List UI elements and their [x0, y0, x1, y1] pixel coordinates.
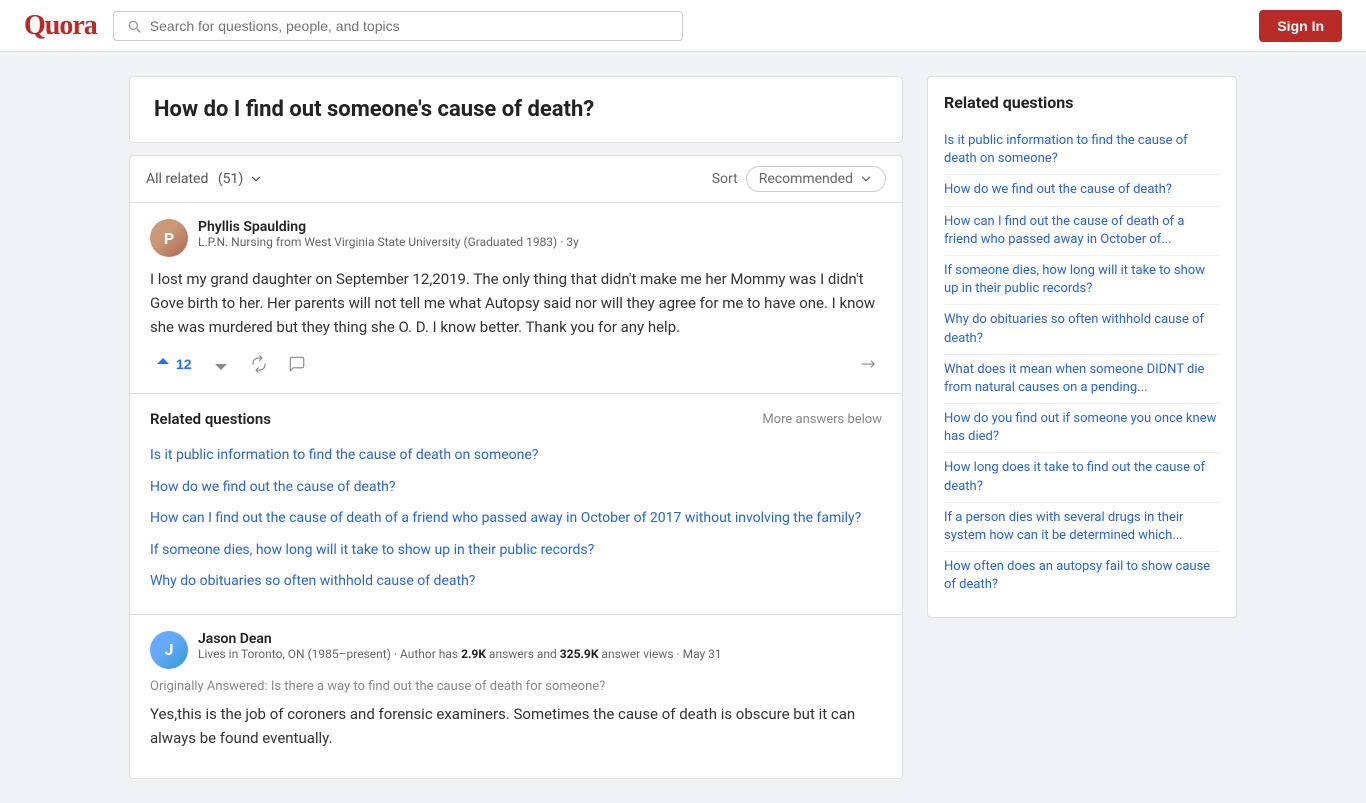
jason-cred-text2: answers and — [486, 647, 560, 661]
avatar-jason: J — [150, 631, 188, 669]
comment-button[interactable] — [284, 351, 310, 377]
jason-cred-text: Lives in Toronto, ON (1985–present) · Au… — [198, 647, 461, 661]
sidebar-title: Related questions — [944, 93, 1220, 112]
related-link-5[interactable]: Why do obituaries so often withhold caus… — [150, 566, 882, 598]
sidebar-link-8[interactable]: How long does it take to find out the ca… — [944, 453, 1220, 502]
answers-toolbar: All related (51) Sort Recommended — [129, 155, 903, 202]
jason-views-count: 325.9K — [560, 647, 599, 661]
header: Quora Sign In — [0, 0, 1366, 52]
related-link-4[interactable]: If someone dies, how long will it take t… — [150, 535, 882, 567]
question-title-card: How do I find out someone's cause of dea… — [129, 76, 903, 143]
jason-author-cred: Lives in Toronto, ON (1985–present) · Au… — [198, 647, 882, 661]
search-bar[interactable] — [113, 11, 683, 41]
question-title: How do I find out someone's cause of dea… — [154, 97, 878, 122]
related-inline-header: Related questions More answers below — [150, 410, 882, 428]
share-button[interactable] — [856, 351, 882, 377]
answer-actions: 12 — [150, 351, 882, 377]
related-link-3[interactable]: How can I find out the cause of death of… — [150, 503, 882, 535]
reshare-icon — [250, 355, 268, 373]
main-layout: How do I find out someone's cause of dea… — [113, 76, 1253, 779]
chevron-down-icon — [249, 172, 263, 186]
comment-icon — [288, 355, 306, 373]
sort-label: Sort — [712, 171, 738, 187]
upvote-icon — [154, 355, 172, 373]
main-column: How do I find out someone's cause of dea… — [129, 76, 903, 779]
sidebar-link-2[interactable]: How do we find out the cause of death? — [944, 175, 1220, 206]
downvote-button[interactable] — [208, 351, 234, 377]
related-inline-card: Related questions More answers below Is … — [129, 394, 903, 615]
related-inline-title: Related questions — [150, 410, 271, 428]
jason-author-name[interactable]: Jason Dean — [198, 631, 882, 647]
sort-chevron-icon — [859, 172, 873, 186]
jason-answers-count: 2.9K — [461, 647, 486, 661]
reshare-button[interactable] — [246, 351, 272, 377]
sort-selected: Recommended — [759, 171, 853, 187]
downvote-icon — [212, 355, 230, 373]
answer-text: I lost my grand daughter on September 12… — [150, 267, 882, 339]
all-related-label: All related — [146, 171, 208, 187]
sort-area: Sort Recommended — [712, 166, 886, 192]
jason-answer-header: J Jason Dean Lives in Toronto, ON (1985–… — [150, 631, 882, 669]
related-link-2[interactable]: How do we find out the cause of death? — [150, 472, 882, 504]
sidebar-link-7[interactable]: How do you find out if someone you once … — [944, 404, 1220, 453]
author-cred: L.P.N. Nursing from West Virginia State … — [198, 235, 882, 249]
more-answers-below: More answers below — [762, 412, 882, 427]
quora-logo: Quora — [24, 10, 97, 42]
jason-cred-text3: answer views · May 31 — [598, 647, 721, 661]
sidebar-link-6[interactable]: What does it mean when someone DIDNT die… — [944, 355, 1220, 404]
sidebar-card: Related questions Is it public informati… — [927, 76, 1237, 618]
author-name[interactable]: Phyllis Spaulding — [198, 219, 882, 235]
sidebar-link-9[interactable]: If a person dies with several drugs in t… — [944, 503, 1220, 552]
avatar-phyllis: P — [150, 219, 188, 257]
share-icon — [860, 355, 878, 373]
upvote-button[interactable]: 12 — [150, 351, 196, 377]
answer-card-jason: J Jason Dean Lives in Toronto, ON (1985–… — [129, 615, 903, 779]
sidebar-link-1[interactable]: Is it public information to find the cau… — [944, 126, 1220, 175]
sort-dropdown[interactable]: Recommended — [746, 166, 886, 192]
answer-meta: Phyllis Spaulding L.P.N. Nursing from We… — [198, 219, 882, 249]
sign-in-button[interactable]: Sign In — [1259, 10, 1342, 42]
answer-header: P Phyllis Spaulding L.P.N. Nursing from … — [150, 219, 882, 257]
related-count: (51) — [214, 171, 243, 187]
search-input[interactable] — [150, 18, 670, 34]
jason-avatar-letter: J — [165, 640, 174, 659]
sidebar-link-3[interactable]: How can I find out the cause of death of… — [944, 207, 1220, 256]
all-related-filter[interactable]: All related (51) — [146, 171, 263, 187]
upvote-count: 12 — [176, 356, 192, 372]
sidebar-link-5[interactable]: Why do obituaries so often withhold caus… — [944, 305, 1220, 354]
jason-answer-meta: Jason Dean Lives in Toronto, ON (1985–pr… — [198, 631, 882, 661]
sidebar: Related questions Is it public informati… — [927, 76, 1237, 779]
answer-card-phyllis: P Phyllis Spaulding L.P.N. Nursing from … — [129, 202, 903, 394]
originally-answered: Originally Answered: Is there a way to f… — [150, 679, 882, 694]
search-icon — [126, 18, 142, 34]
sidebar-link-4[interactable]: If someone dies, how long will it take t… — [944, 256, 1220, 305]
related-link-1[interactable]: Is it public information to find the cau… — [150, 440, 882, 472]
avatar-letter: P — [164, 229, 174, 248]
jason-answer-text: Yes,this is the job of coroners and fore… — [150, 702, 882, 750]
sidebar-link-10[interactable]: How often does an autopsy fail to show c… — [944, 552, 1220, 600]
